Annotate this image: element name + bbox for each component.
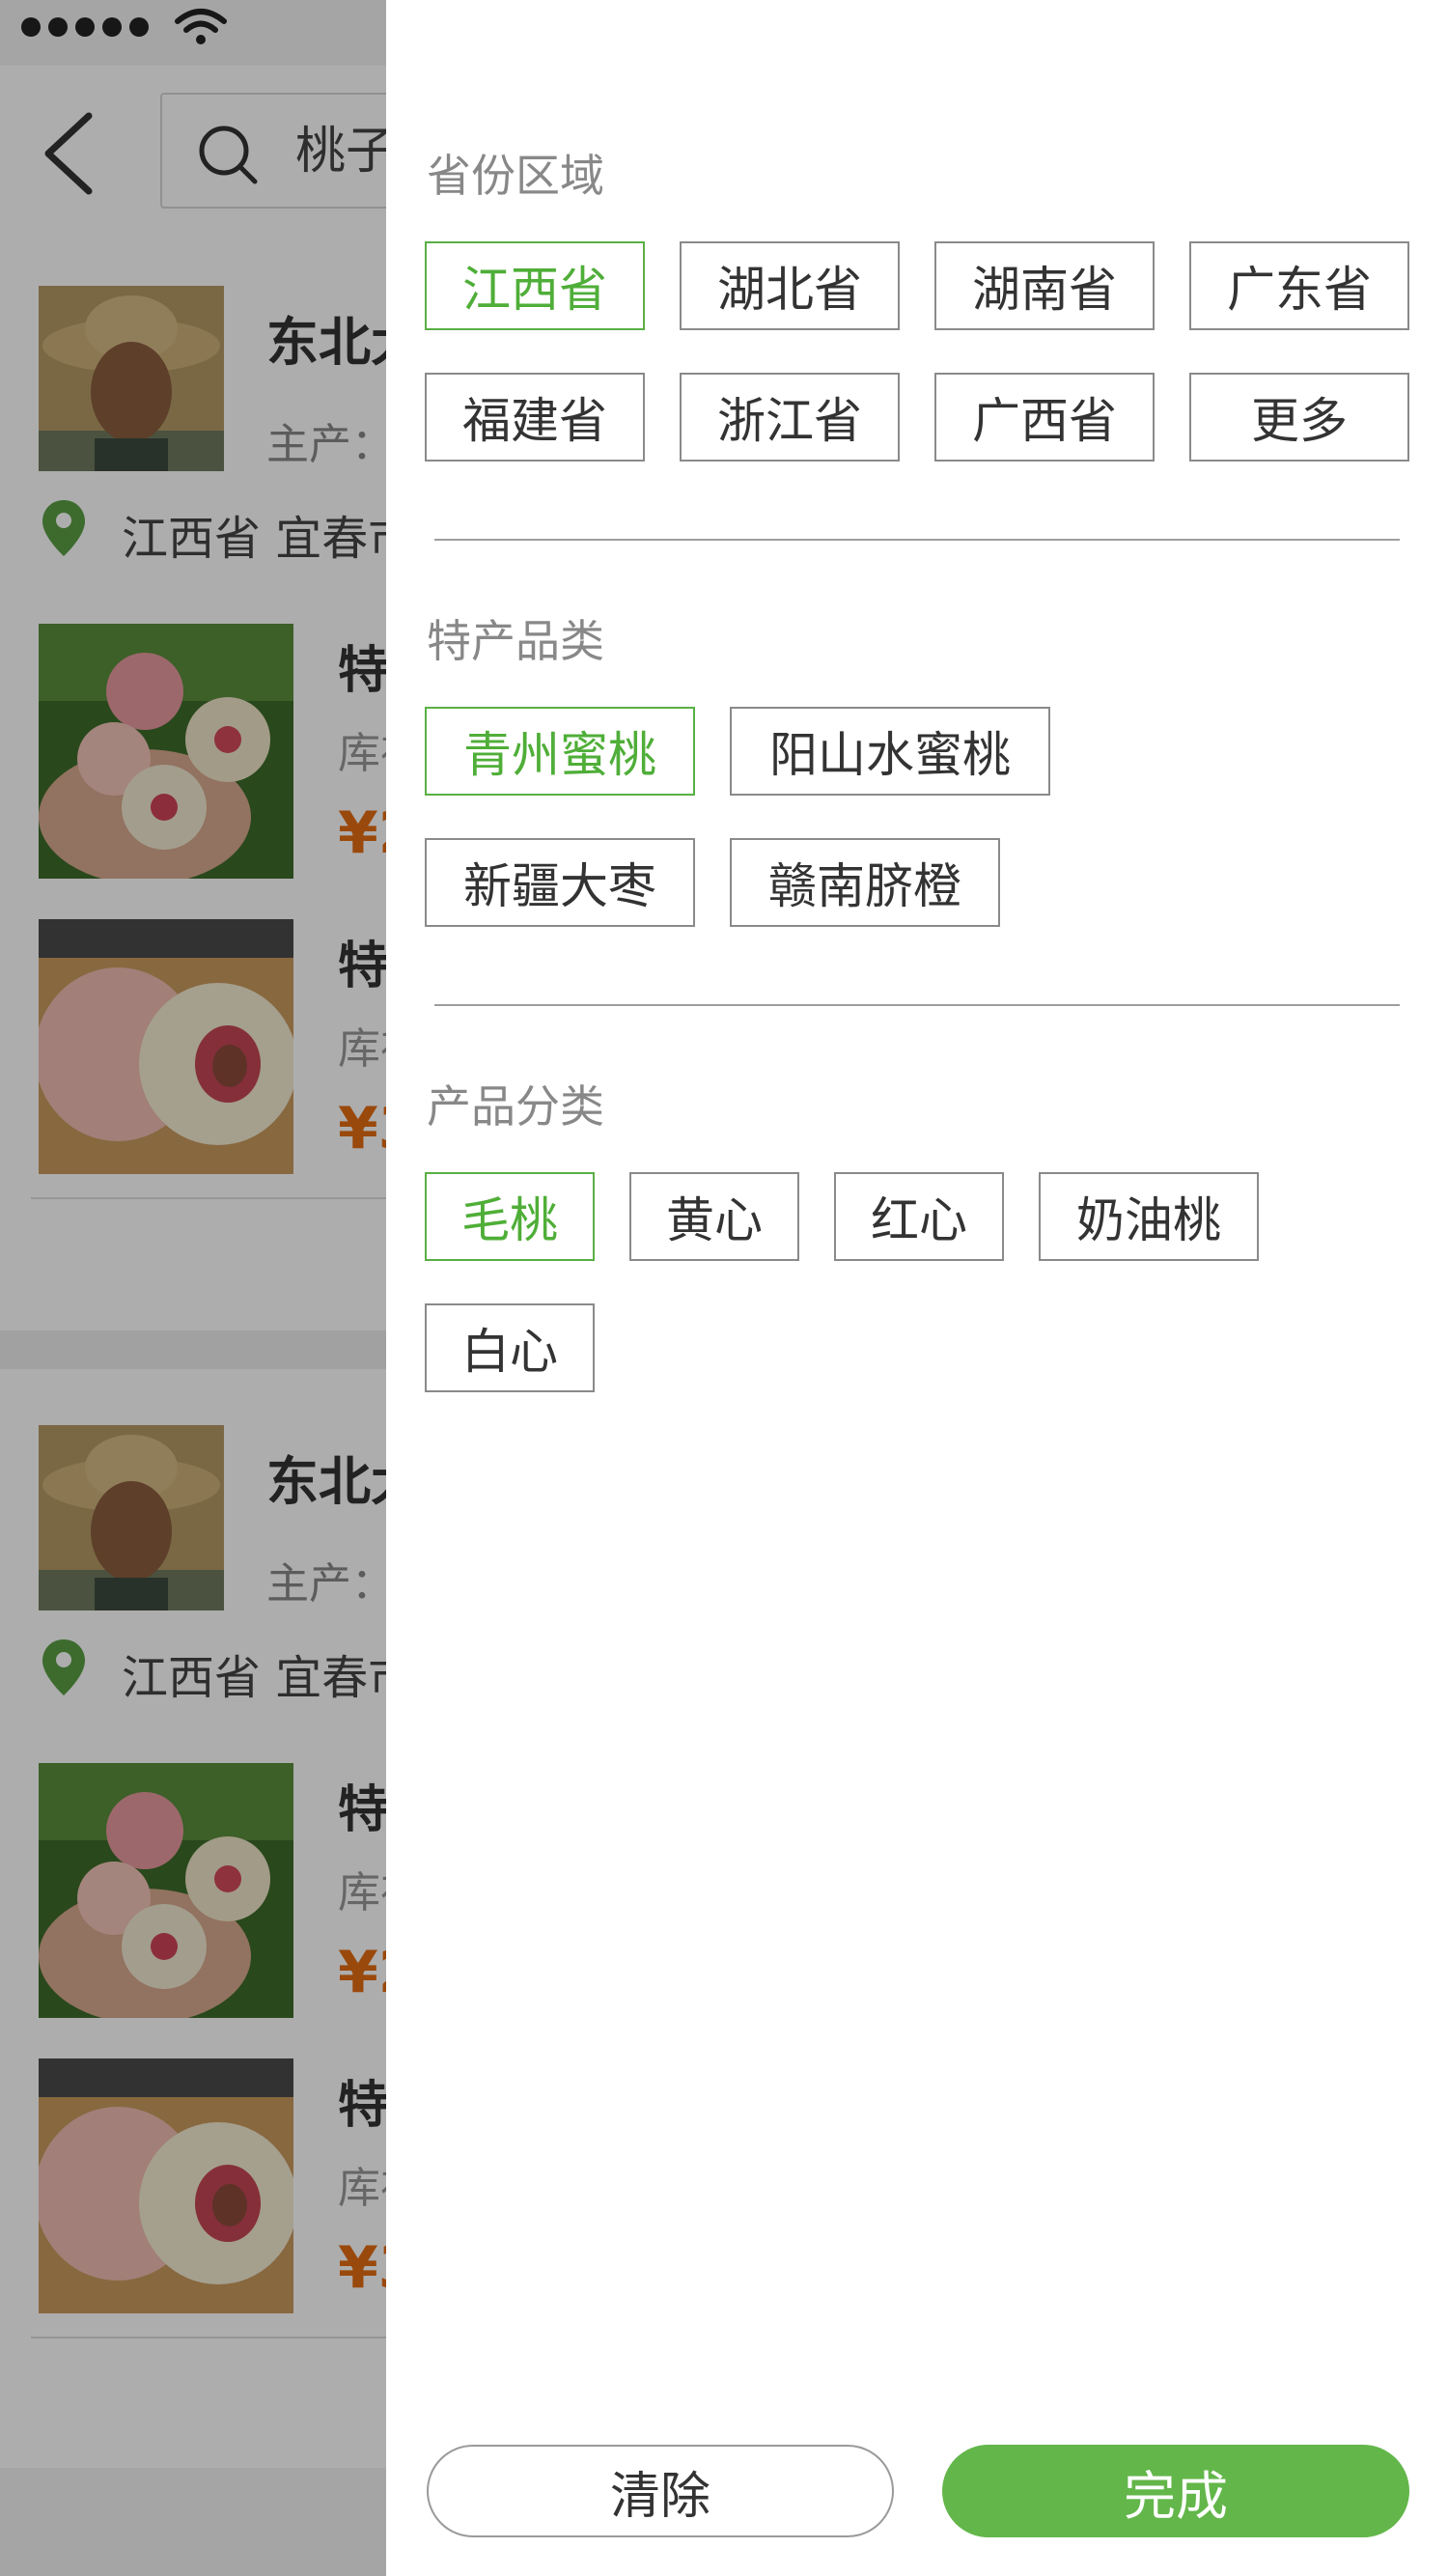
specialty-section-title: 特产品类 <box>427 615 604 667</box>
filter-chip-category[interactable]: 红心 <box>834 1172 1004 1261</box>
section-divider <box>434 1004 1400 1006</box>
filter-chip-province[interactable]: 福建省 <box>425 373 645 462</box>
filter-chip-specialty[interactable]: 赣南脐橙 <box>730 838 1000 927</box>
filter-chip-category[interactable]: 白心 <box>425 1303 595 1392</box>
filter-chip-province[interactable]: 广西省 <box>934 373 1155 462</box>
filter-drawer: 省份区域 江西省 湖北省 湖南省 广东省 福建省 浙江省 广西省 更多 特产品类… <box>386 0 1448 2576</box>
section-divider <box>434 539 1400 541</box>
province-section-title: 省份区域 <box>427 150 604 202</box>
filter-chip-province[interactable]: 湖北省 <box>680 241 900 330</box>
filter-chip-category[interactable]: 奶油桃 <box>1039 1172 1259 1261</box>
clear-button[interactable]: 清除 <box>427 2445 894 2537</box>
filter-chip-category[interactable]: 毛桃 <box>425 1172 595 1261</box>
filter-chip-specialty[interactable]: 阳山水蜜桃 <box>730 707 1050 796</box>
filter-chip-more[interactable]: 更多 <box>1189 373 1409 462</box>
filter-chip-specialty[interactable]: 青州蜜桃 <box>425 707 695 796</box>
filter-chip-province[interactable]: 湖南省 <box>934 241 1155 330</box>
filter-chip-specialty[interactable]: 新疆大枣 <box>425 838 695 927</box>
done-button[interactable]: 完成 <box>942 2445 1409 2537</box>
filter-chip-province[interactable]: 江西省 <box>425 241 645 330</box>
category-section-title: 产品分类 <box>427 1080 604 1133</box>
filter-chip-province[interactable]: 浙江省 <box>680 373 900 462</box>
filter-chip-category[interactable]: 黄心 <box>629 1172 799 1261</box>
filter-chip-province[interactable]: 广东省 <box>1189 241 1409 330</box>
